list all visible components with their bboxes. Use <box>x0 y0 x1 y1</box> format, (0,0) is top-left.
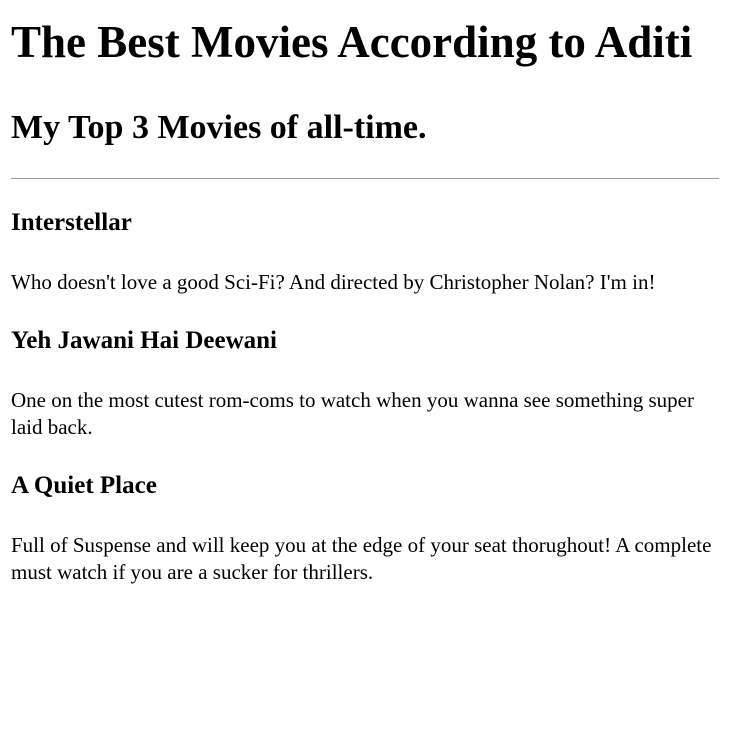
page-subtitle: My Top 3 Movies of all-time. <box>11 109 427 146</box>
page-title: The Best Movies According to Aditi <box>11 17 693 67</box>
divider <box>11 178 719 179</box>
movie-list: Interstellar Who doesn't love a good Sci… <box>11 208 718 586</box>
movie-title: Yeh Jawani Hai Deewani <box>11 327 277 354</box>
movie-description: Full of Suspense and will keep you at th… <box>11 533 712 584</box>
movie-item-yeh-jawani-hai-deewani: Yeh Jawani Hai Deewani One on the most c… <box>11 326 718 441</box>
movie-description: One on the most cutest rom-coms to watch… <box>11 388 694 439</box>
movie-item-interstellar: Interstellar Who doesn't love a good Sci… <box>11 208 718 296</box>
movie-title: A Quiet Place <box>11 472 157 499</box>
movie-title: Interstellar <box>11 209 132 236</box>
movie-description: Who doesn't love a good Sci-Fi? And dire… <box>11 270 656 294</box>
movie-item-a-quiet-place: A Quiet Place Full of Suspense and will … <box>11 471 718 586</box>
